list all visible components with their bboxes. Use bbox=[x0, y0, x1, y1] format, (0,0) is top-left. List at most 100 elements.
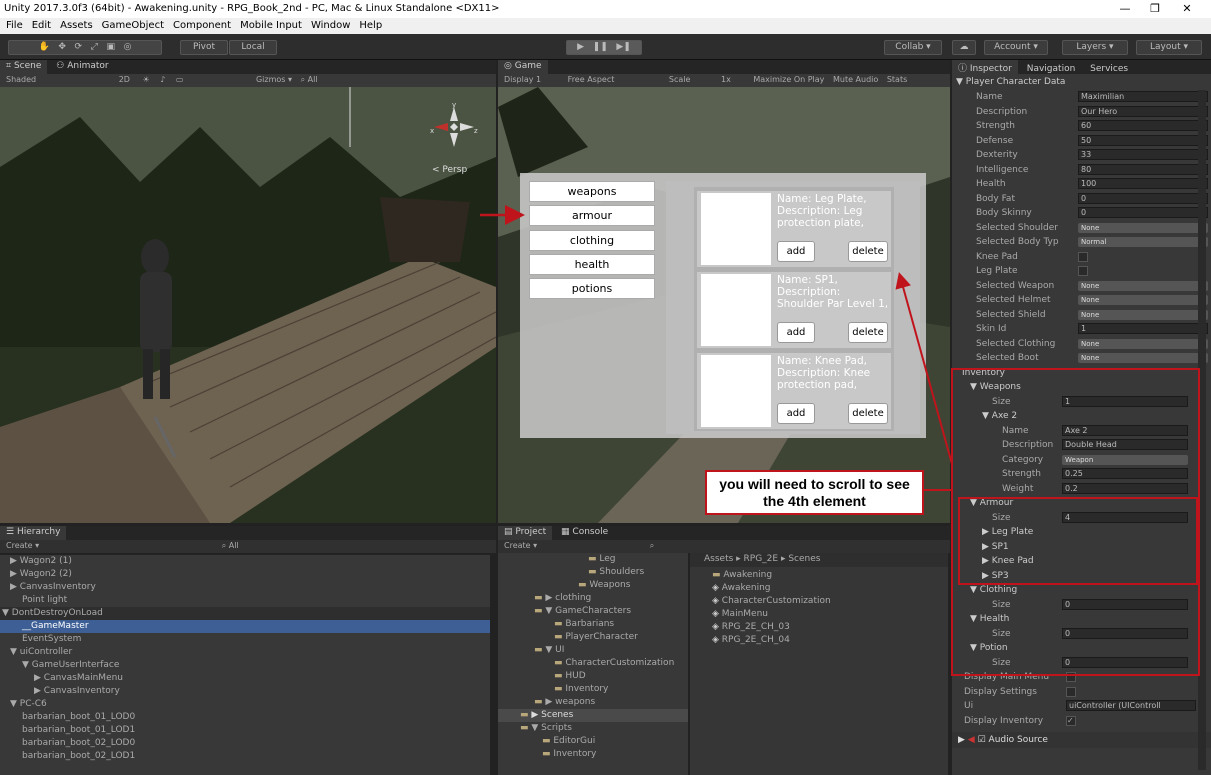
2d-toggle[interactable]: 2D bbox=[119, 75, 130, 84]
asset-item[interactable]: ◈ RPG_2E_CH_03 bbox=[690, 621, 948, 634]
category-armour-button[interactable]: armour bbox=[529, 205, 655, 226]
project-folder-item[interactable]: ▬ ▼ Scripts bbox=[498, 722, 688, 735]
hierarchy-create-dropdown[interactable]: Create ▾ bbox=[6, 541, 39, 550]
close-button[interactable]: ✕ bbox=[1172, 0, 1202, 18]
project-folder-item[interactable]: ▬ ▼ UI bbox=[498, 644, 688, 657]
category-clothing-button[interactable]: clothing bbox=[529, 230, 655, 251]
field-dropdown[interactable]: None bbox=[1078, 295, 1208, 305]
tab-console[interactable]: ▦ Console bbox=[555, 526, 614, 540]
hierarchy-row[interactable]: ▼ PC-C6 bbox=[0, 698, 490, 711]
maximize-on-play-toggle[interactable]: Maximize On Play bbox=[753, 75, 824, 84]
field-value[interactable]: 60 bbox=[1078, 120, 1208, 131]
menu-help[interactable]: Help bbox=[359, 20, 382, 34]
field-value[interactable]: 80 bbox=[1078, 163, 1208, 175]
hierarchy-row[interactable]: barbarian_boot_02_LOD0 bbox=[0, 737, 490, 750]
hierarchy-row[interactable]: ▶ CanvasMainMenu bbox=[0, 672, 490, 685]
menu-assets[interactable]: Assets bbox=[60, 20, 93, 34]
item-list-scrollview[interactable]: Name: Leg Plate, Description: Leg protec… bbox=[666, 181, 920, 434]
field-value[interactable]: Maximilian bbox=[1078, 91, 1208, 102]
hand-tool-icon[interactable]: ✋ bbox=[39, 42, 50, 52]
project-search-icon[interactable]: ⌕ bbox=[650, 541, 654, 550]
hierarchy-row[interactable]: Point light bbox=[0, 594, 490, 607]
hierarchy-row[interactable]: barbarian_boot_01_LOD0 bbox=[0, 711, 490, 724]
stats-toggle[interactable]: Stats bbox=[887, 75, 907, 84]
menu-edit[interactable]: Edit bbox=[32, 20, 51, 34]
project-folder-item[interactable]: ▬ EditorGui bbox=[498, 735, 688, 748]
tab-hierarchy[interactable]: ☰ Hierarchy bbox=[0, 526, 67, 540]
hierarchy-row[interactable]: ▶ Wagon2 (1) bbox=[0, 555, 490, 568]
asset-item[interactable]: ◈ RPG_2E_CH_04 bbox=[690, 634, 948, 647]
menu-file[interactable]: File bbox=[6, 20, 23, 34]
project-folder-item[interactable]: ▬ Inventory bbox=[498, 683, 688, 696]
project-folder-item[interactable]: ▬ ▼ GameCharacters bbox=[498, 605, 688, 618]
tab-project[interactable]: ▤ Project bbox=[498, 526, 553, 540]
lighting-toggle-icon[interactable]: ☀ bbox=[142, 75, 149, 84]
field-value[interactable]: 33 bbox=[1078, 149, 1208, 160]
category-weapons-button[interactable]: weapons bbox=[529, 181, 655, 202]
tab-game[interactable]: ◎ Game bbox=[498, 60, 548, 74]
local-toggle[interactable]: Local bbox=[229, 40, 277, 55]
rect-tool-icon[interactable]: ▣ bbox=[106, 42, 115, 52]
tab-inspector[interactable]: ⓘ Inspector bbox=[952, 60, 1018, 74]
audio-toggle-icon[interactable]: ♪ bbox=[160, 75, 165, 84]
field-value[interactable]: uiController (UIControll bbox=[1066, 700, 1196, 711]
project-breadcrumb[interactable]: Assets ▸ RPG_2E ▸ Scenes bbox=[690, 553, 948, 567]
item-add-button[interactable]: add bbox=[777, 403, 815, 424]
display-dropdown[interactable]: Display 1 bbox=[504, 75, 541, 84]
project-folder-item[interactable]: ▬ HUD bbox=[498, 670, 688, 683]
menu-window[interactable]: Window bbox=[311, 20, 350, 34]
category-potions-button[interactable]: potions bbox=[529, 278, 655, 299]
field-dropdown[interactable]: None bbox=[1078, 280, 1208, 291]
rotate-tool-icon[interactable]: ⟳ bbox=[75, 42, 83, 52]
field-dropdown[interactable]: Normal bbox=[1078, 237, 1208, 247]
hierarchy-row[interactable]: barbarian_boot_02_LOD1 bbox=[0, 750, 490, 763]
project-folder-item[interactable]: ▬ ▶ Scenes bbox=[498, 709, 688, 722]
audio-source-header[interactable]: ▶ ◀ ☑ Audio Source bbox=[952, 732, 1211, 748]
field-dropdown[interactable]: None bbox=[1078, 222, 1208, 233]
step-icon[interactable]: ▶❚ bbox=[616, 42, 630, 52]
gizmos-dropdown[interactable]: Gizmos ▾ bbox=[256, 75, 292, 84]
item-delete-button[interactable]: delete bbox=[848, 241, 888, 262]
category-health-button[interactable]: health bbox=[529, 254, 655, 275]
scale-value[interactable]: 1x bbox=[721, 75, 731, 84]
tab-animator[interactable]: ⚇ Animator bbox=[50, 60, 114, 74]
field-value[interactable]: 50 bbox=[1078, 134, 1208, 146]
item-add-button[interactable]: add bbox=[777, 241, 815, 262]
scene-viewport[interactable]: y x z < Persp bbox=[0, 87, 496, 523]
field-dropdown[interactable]: None bbox=[1078, 353, 1208, 363]
asset-item[interactable]: ▬ Awakening bbox=[690, 569, 948, 582]
hierarchy-row[interactable]: ▶ CanvasInventory bbox=[0, 685, 490, 698]
layers-dropdown[interactable]: Layers ▾ bbox=[1062, 40, 1128, 55]
mute-audio-toggle[interactable]: Mute Audio bbox=[833, 75, 878, 84]
hierarchy-row[interactable]: ▼ GameUserInterface bbox=[0, 659, 490, 672]
menu-mobile-input[interactable]: Mobile Input bbox=[240, 20, 302, 34]
transform-tool-icon[interactable]: ◎ bbox=[124, 42, 132, 52]
hierarchy-row[interactable]: __GameMaster bbox=[0, 620, 490, 633]
audio-enabled-checkbox[interactable]: ☑ bbox=[978, 735, 986, 745]
menu-gameobject[interactable]: GameObject bbox=[102, 20, 164, 34]
item-delete-button[interactable]: delete bbox=[848, 403, 888, 424]
asset-item[interactable]: ◈ CharacterCustomization bbox=[690, 595, 948, 608]
minimize-button[interactable]: — bbox=[1110, 0, 1140, 18]
hierarchy-row[interactable]: EventSystem bbox=[0, 633, 490, 646]
scale-tool-icon[interactable]: ⤢ bbox=[91, 42, 98, 52]
pause-icon[interactable]: ❚❚ bbox=[593, 42, 608, 52]
scene-gizmo-icon[interactable]: y x z bbox=[430, 101, 478, 151]
item-add-button[interactable]: add bbox=[777, 322, 815, 343]
maximize-button[interactable]: ❐ bbox=[1140, 0, 1170, 18]
move-tool-icon[interactable]: ✥ bbox=[58, 42, 66, 52]
perspective-label[interactable]: < Persp bbox=[432, 165, 467, 175]
menu-component[interactable]: Component bbox=[173, 20, 231, 34]
play-icon[interactable]: ▶ bbox=[577, 42, 584, 52]
project-create-dropdown[interactable]: Create ▾ bbox=[504, 541, 537, 550]
field-value[interactable]: 1 bbox=[1078, 323, 1208, 334]
scene-search[interactable]: ⌕ All bbox=[301, 75, 318, 84]
field-value[interactable]: 100 bbox=[1078, 178, 1208, 189]
project-folder-item[interactable]: ▬ CharacterCustomization bbox=[498, 657, 688, 670]
field-checkbox[interactable] bbox=[1078, 266, 1088, 276]
project-folder-item[interactable]: ▬ Leg bbox=[498, 553, 688, 566]
project-folder-item[interactable]: ▬ Barbarians bbox=[498, 618, 688, 631]
hierarchy-row[interactable]: barbarian_boot_01_LOD1 bbox=[0, 724, 490, 737]
tab-scene[interactable]: ⌗ Scene bbox=[0, 60, 48, 74]
field-checkbox[interactable] bbox=[1066, 686, 1076, 697]
